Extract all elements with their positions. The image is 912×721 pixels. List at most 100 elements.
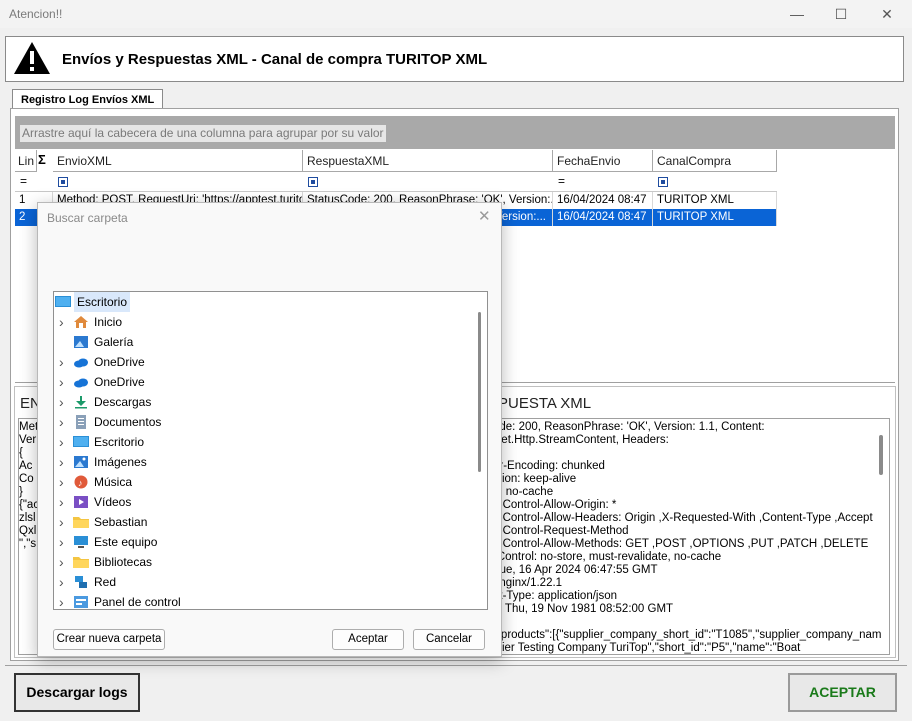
cloud-icon bbox=[73, 355, 89, 369]
cell-canal[interactable]: TURITOP XML bbox=[653, 209, 777, 226]
tree-item-label: Este equipo bbox=[94, 535, 158, 549]
picture-icon bbox=[73, 455, 89, 469]
chevron-right-icon[interactable]: › bbox=[59, 492, 64, 512]
cloud-icon bbox=[73, 375, 89, 389]
group-hint: Arrastre aquí la cabecera de una columna… bbox=[20, 125, 386, 142]
chevron-right-icon[interactable]: › bbox=[59, 392, 64, 412]
tree-item[interactable]: › OneDrive bbox=[54, 372, 474, 392]
filter-respuesta[interactable] bbox=[308, 177, 318, 187]
tree-item[interactable]: › Panel de control bbox=[54, 592, 474, 609]
dialog-accept-button[interactable]: Aceptar bbox=[332, 629, 404, 650]
col-header-respuesta[interactable]: RespuestaXML bbox=[303, 150, 553, 172]
col-header-lin[interactable]: Lin bbox=[15, 150, 37, 172]
tree-item[interactable]: › Este equipo bbox=[54, 532, 474, 552]
document-icon bbox=[73, 415, 89, 429]
folder-tree[interactable]: Escritorio › Inicio Galería › OneDrive › OneDr… bbox=[53, 291, 488, 610]
col-header-envio[interactable]: EnvioXML bbox=[53, 150, 303, 172]
tree-item-root[interactable]: Escritorio bbox=[54, 292, 474, 312]
col-header-canal[interactable]: CanalCompra bbox=[653, 150, 777, 172]
close-button[interactable]: ✕ bbox=[864, 0, 910, 28]
svg-text:♪: ♪ bbox=[78, 478, 83, 488]
maximize-button[interactable]: ☐ bbox=[818, 0, 864, 28]
tree-item-label: OneDrive bbox=[94, 375, 145, 389]
dialog-cancel-button[interactable]: Cancelar bbox=[413, 629, 485, 650]
control-panel-icon bbox=[73, 595, 89, 609]
tree-item-label: OneDrive bbox=[94, 355, 145, 369]
tree-item[interactable]: › Escritorio bbox=[54, 432, 474, 452]
chevron-right-icon[interactable]: › bbox=[59, 432, 64, 452]
dialog-title: Buscar carpeta bbox=[47, 211, 128, 225]
tree-item-label: Música bbox=[94, 475, 133, 489]
tree-item-label: Red bbox=[94, 575, 117, 589]
chevron-right-icon[interactable]: › bbox=[59, 592, 64, 609]
tab-registro-log[interactable]: Registro Log Envíos XML bbox=[12, 89, 164, 109]
minimize-button[interactable]: — bbox=[774, 0, 820, 28]
music-icon: ♪ bbox=[73, 475, 89, 489]
tree-item-label: Panel de control bbox=[94, 595, 181, 609]
filter-fecha[interactable]: = bbox=[558, 174, 565, 188]
tree-scrollbar-thumb[interactable] bbox=[478, 312, 481, 472]
chevron-right-icon[interactable]: › bbox=[59, 312, 64, 332]
folder-icon bbox=[73, 515, 89, 529]
download-logs-button[interactable]: Descargar logs bbox=[14, 673, 140, 712]
chevron-right-icon[interactable]: › bbox=[59, 552, 64, 572]
tree-item-label: Bibliotecas bbox=[94, 555, 153, 569]
tree-item[interactable]: › OneDrive bbox=[54, 352, 474, 372]
filter-lin[interactable]: = bbox=[20, 174, 27, 188]
computer-icon bbox=[73, 535, 89, 549]
tree-item[interactable]: › Vídeos bbox=[54, 492, 474, 512]
cell-canal[interactable]: TURITOP XML bbox=[653, 192, 777, 209]
tree-item-label: Vídeos bbox=[94, 495, 132, 509]
filter-canal[interactable] bbox=[658, 177, 668, 187]
respuesta-scrollbar-thumb[interactable] bbox=[879, 435, 883, 475]
tree-item[interactable]: › Documentos bbox=[54, 412, 474, 432]
new-folder-button[interactable]: Crear nueva carpeta bbox=[53, 629, 165, 650]
cell-fecha[interactable]: 16/04/2024 08:47 bbox=[553, 192, 653, 209]
cell-fecha[interactable]: 16/04/2024 08:47 bbox=[553, 209, 653, 226]
accept-button[interactable]: ACEPTAR bbox=[788, 673, 897, 712]
tree-item[interactable]: Galería bbox=[54, 332, 474, 352]
window-title: Atencion!! bbox=[9, 7, 63, 21]
tree-item[interactable]: › Descargas bbox=[54, 392, 474, 412]
tree-item-label: Descargas bbox=[94, 395, 152, 409]
dialog-close-icon[interactable]: ✕ bbox=[478, 207, 491, 225]
group-by-bar[interactable]: Arrastre aquí la cabecera de una columna… bbox=[15, 116, 895, 149]
chevron-right-icon[interactable]: › bbox=[59, 412, 64, 432]
title-bar: Atencion!! — ☐ ✕ bbox=[0, 0, 912, 28]
tree-item[interactable]: › Red bbox=[54, 572, 474, 592]
respuesta-xml-textbox[interactable]: ode: 200, ReasonPhrase: 'OK', Version: 1… bbox=[492, 418, 890, 655]
chevron-right-icon[interactable]: › bbox=[59, 532, 64, 552]
col-header-fecha[interactable]: FechaEnvio bbox=[553, 150, 653, 172]
folder-icon bbox=[73, 555, 89, 569]
home-icon bbox=[73, 315, 89, 329]
tree-item-label: Galería bbox=[94, 335, 134, 349]
footer-divider bbox=[5, 665, 907, 666]
gallery-icon bbox=[73, 335, 89, 349]
tree-item-label: Escritorio bbox=[94, 435, 145, 449]
tree-item-label: Documentos bbox=[94, 415, 162, 429]
desktop-icon bbox=[73, 435, 89, 449]
filter-envio[interactable] bbox=[58, 177, 68, 187]
tree-item[interactable]: › Imágenes bbox=[54, 452, 474, 472]
browse-folder-dialog: Buscar carpeta ✕ Escritorio › Inicio Galer… bbox=[37, 202, 502, 657]
desktop-icon bbox=[55, 296, 71, 307]
chevron-right-icon[interactable]: › bbox=[59, 472, 64, 492]
network-icon bbox=[73, 575, 89, 589]
tree-item[interactable]: › ♪ Música bbox=[54, 472, 474, 492]
chevron-right-icon[interactable]: › bbox=[59, 372, 64, 392]
tree-item[interactable]: › Inicio bbox=[54, 312, 474, 332]
download-icon bbox=[73, 395, 89, 409]
header-panel: Envíos y Respuestas XML - Canal de compr… bbox=[5, 36, 904, 82]
tree-item-label: Sebastian bbox=[94, 515, 148, 529]
tree-item-label: Inicio bbox=[94, 315, 123, 329]
chevron-right-icon[interactable]: › bbox=[59, 572, 64, 592]
respuesta-panel-title: PUESTA XML bbox=[498, 395, 592, 412]
header-title: Envíos y Respuestas XML - Canal de compr… bbox=[62, 51, 488, 68]
chevron-right-icon[interactable]: › bbox=[59, 352, 64, 372]
warning-icon bbox=[14, 42, 50, 74]
tree-item[interactable]: › Sebastian bbox=[54, 512, 474, 532]
sum-icon[interactable]: Σ bbox=[38, 152, 46, 167]
chevron-right-icon[interactable]: › bbox=[59, 452, 64, 472]
chevron-right-icon[interactable]: › bbox=[59, 512, 64, 532]
tree-item[interactable]: › Bibliotecas bbox=[54, 552, 474, 572]
